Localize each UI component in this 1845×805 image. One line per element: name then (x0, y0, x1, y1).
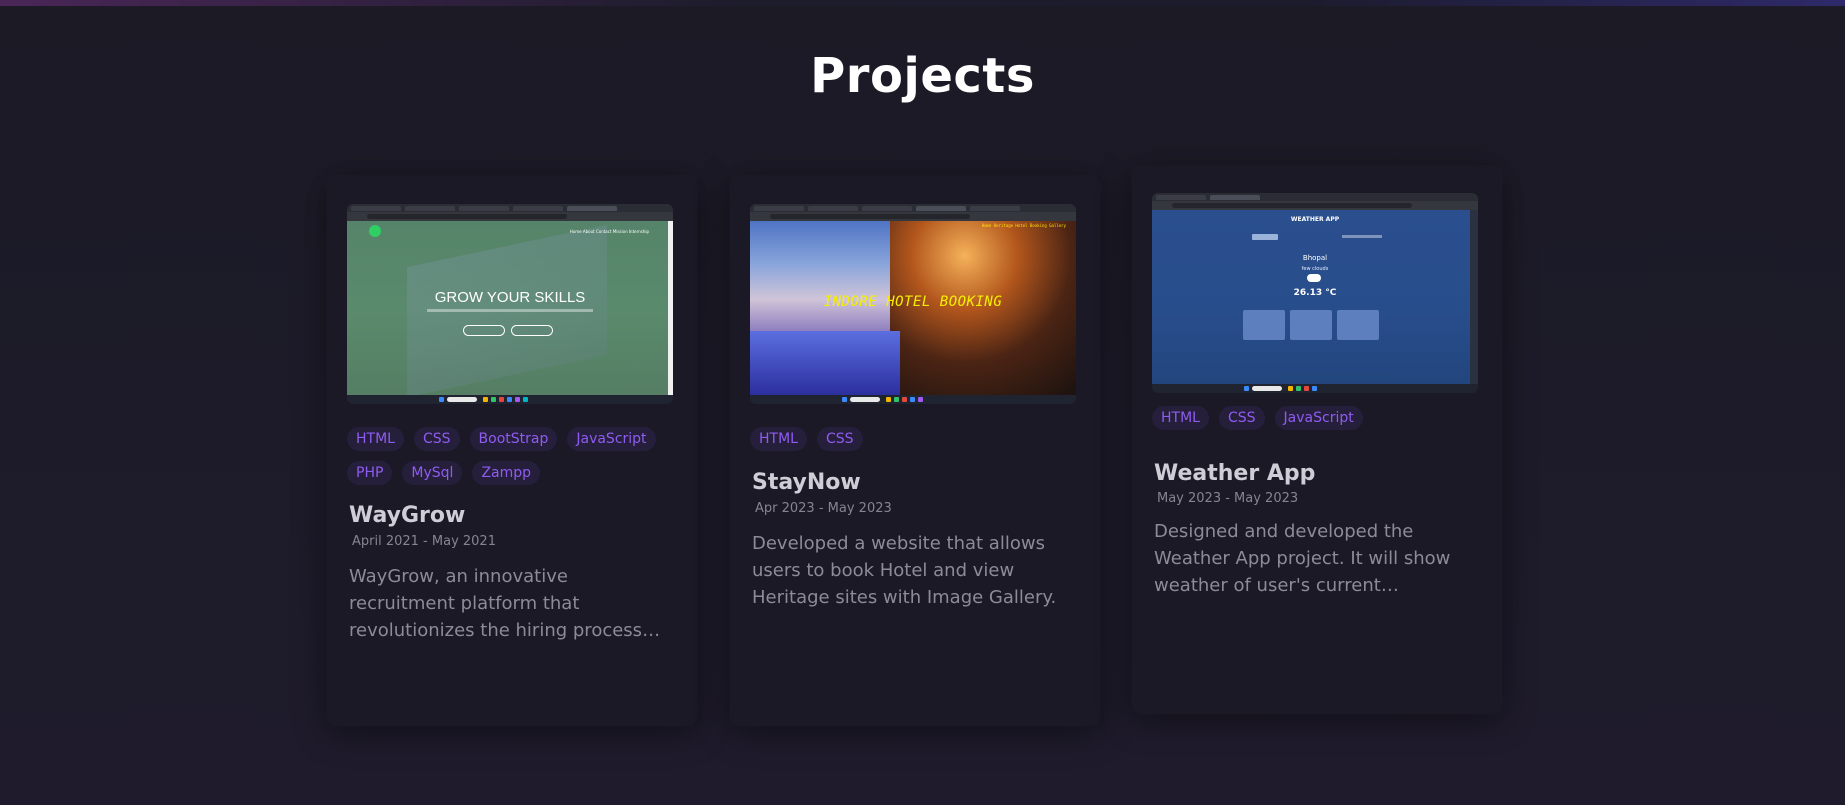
tech-tag: JavaScript (1274, 406, 1363, 430)
project-title: Weather App (1154, 461, 1316, 486)
weather-temperature: 26.13 °C (1293, 288, 1337, 298)
tech-tag: JavaScript (567, 427, 656, 451)
project-card-staynow[interactable]: Home Heritage Hotel Booking Gallery INDO… (730, 176, 1100, 726)
waygrow-hero: Home About Contact Mission Internship GR… (347, 221, 673, 398)
waygrow-hero-button (463, 325, 505, 336)
staynow-headline: INDORE HOTEL BOOKING (823, 294, 1003, 310)
os-taskbar (1152, 384, 1478, 393)
waygrow-subtext (427, 309, 593, 312)
os-taskbar (750, 395, 1076, 404)
tech-tag: CSS (1218, 406, 1265, 430)
tech-tag: HTML (750, 427, 807, 451)
tech-tag: HTML (1152, 406, 1209, 430)
weather-search-text (1342, 235, 1382, 238)
tech-tag: Zampp (472, 461, 541, 485)
project-date: April 2021 - May 2021 (352, 534, 496, 549)
tech-tag: MySql (402, 461, 463, 485)
tech-tag: CSS (816, 427, 863, 451)
tech-tag: BootStrap (469, 427, 558, 451)
pool-photo (750, 331, 900, 395)
waygrow-hero-button (511, 325, 553, 336)
browser-sidebar (1470, 210, 1478, 384)
waygrow-logo-icon (369, 225, 381, 237)
tech-tag: HTML (347, 427, 404, 451)
staynow-hero: Home Heritage Hotel Booking Gallery INDO… (750, 221, 1076, 395)
weather-condition: few clouds (1301, 266, 1329, 272)
project-title: WayGrow (349, 503, 466, 528)
project-description: Designed and developed the Weather App p… (1154, 521, 1451, 596)
browser-url-bar (1152, 201, 1478, 210)
project-title: StayNow (752, 470, 861, 495)
browser-url-bar (347, 212, 673, 221)
tech-tag: CSS (413, 427, 460, 451)
weather-stat-box (1290, 310, 1332, 340)
browser-tab-bar (750, 204, 1076, 212)
project-screenshot[interactable]: WEATHER APP Bhopal few clouds 26.13 °C (1152, 193, 1478, 393)
weather-app-title: WEATHER APP (1290, 216, 1340, 223)
weather-location-button (1252, 234, 1278, 240)
weather-city: Bhopal (1302, 254, 1328, 262)
top-accent-bar (0, 0, 1845, 6)
waygrow-nav: Home About Contact Mission Internship (569, 229, 649, 234)
browser-tab-bar (1152, 193, 1478, 201)
project-card-waygrow[interactable]: Home About Contact Mission Internship GR… (327, 176, 697, 726)
cloud-icon (1307, 274, 1321, 282)
project-date: Apr 2023 - May 2023 (755, 501, 892, 516)
weather-stat-box (1337, 310, 1379, 340)
os-taskbar (347, 395, 673, 404)
section-title: Projects (810, 48, 1035, 104)
tech-tags: HTML CSS JavaScript (1152, 406, 1482, 430)
weather-stat-box (1243, 310, 1285, 340)
project-description: WayGrow, an innovative recruitment platf… (349, 566, 643, 641)
staynow-nav: Home Heritage Hotel Booking Gallery (981, 223, 1066, 228)
scrollbar (668, 221, 673, 395)
tech-tag: PHP (347, 461, 393, 485)
tech-tags: HTML CSS (750, 427, 1080, 451)
project-card-weather-app[interactable]: WEATHER APP Bhopal few clouds 26.13 °C H… (1132, 166, 1502, 714)
browser-tab-bar (347, 204, 673, 212)
weather-app-page: WEATHER APP Bhopal few clouds 26.13 °C (1152, 210, 1478, 384)
project-screenshot[interactable]: Home About Contact Mission Internship GR… (347, 204, 673, 404)
browser-url-bar (750, 212, 1076, 221)
waygrow-headline: GROW YOUR SKILLS (434, 289, 586, 306)
tech-tags: HTML CSS BootStrap JavaScript PHP MySql … (347, 427, 677, 485)
project-date: May 2023 - May 2023 (1157, 491, 1299, 506)
project-description: Developed a website that allows users to… (752, 533, 1057, 608)
project-screenshot[interactable]: Home Heritage Hotel Booking Gallery INDO… (750, 204, 1076, 404)
